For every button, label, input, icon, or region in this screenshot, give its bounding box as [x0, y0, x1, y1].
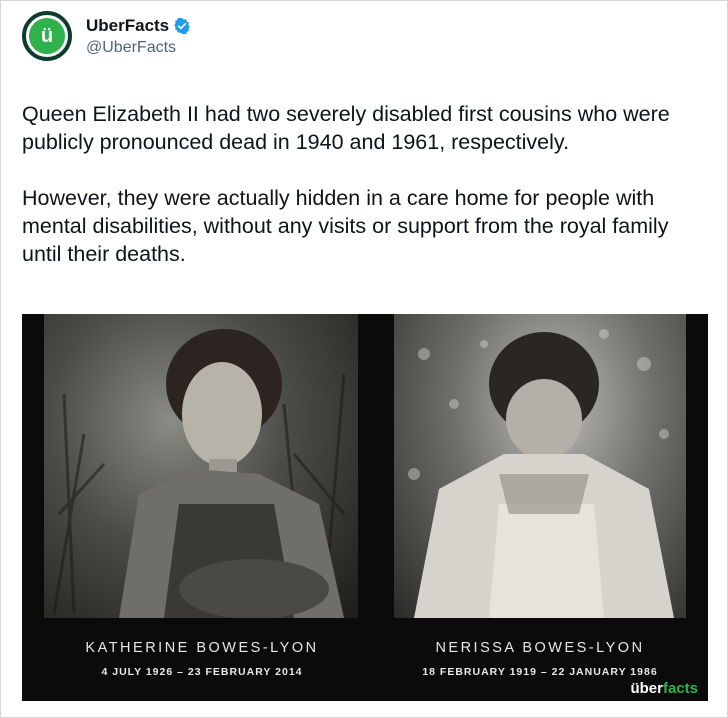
tweet-text: Queen Elizabeth II had two severely disa… — [22, 100, 712, 296]
caption-name-right: NERISSA BOWES-LYON — [435, 640, 645, 656]
display-name[interactable]: UberFacts — [86, 16, 169, 36]
watermark-prefix: über — [630, 680, 663, 697]
katherine-figure — [119, 329, 344, 618]
tweet-header: ü UberFacts @UberFacts — [22, 10, 191, 62]
account-handle[interactable]: @UberFacts — [86, 39, 191, 57]
display-name-row: UberFacts — [86, 16, 191, 36]
avatar[interactable]: ü — [22, 11, 72, 61]
tweet-paragraph-1: Queen Elizabeth II had two severely disa… — [22, 102, 670, 154]
caption-dates-left: 4 JULY 1926 – 23 FEBRUARY 2014 — [101, 666, 303, 678]
tweet-image[interactable]: KATHERINE BOWES-LYON 4 JULY 1926 – 23 FE… — [22, 314, 708, 701]
uberfacts-watermark: überfacts — [630, 680, 698, 697]
watermark-suffix: facts — [662, 680, 698, 697]
tweet-paragraph-2: However, they were actually hidden in a … — [22, 186, 669, 266]
uberfacts-logo-icon: ü — [26, 15, 68, 57]
verified-badge-icon — [174, 17, 190, 34]
photo-katherine — [44, 314, 358, 618]
account-names: UberFacts @UberFacts — [86, 16, 191, 57]
caption-name-left: KATHERINE BOWES-LYON — [85, 640, 319, 656]
caption-dates-right: 18 FEBRUARY 1919 – 22 JANUARY 1986 — [422, 666, 658, 678]
avatar-glyph: ü — [40, 25, 54, 47]
photo-nerissa — [394, 314, 686, 618]
nerissa-figure — [414, 332, 674, 618]
